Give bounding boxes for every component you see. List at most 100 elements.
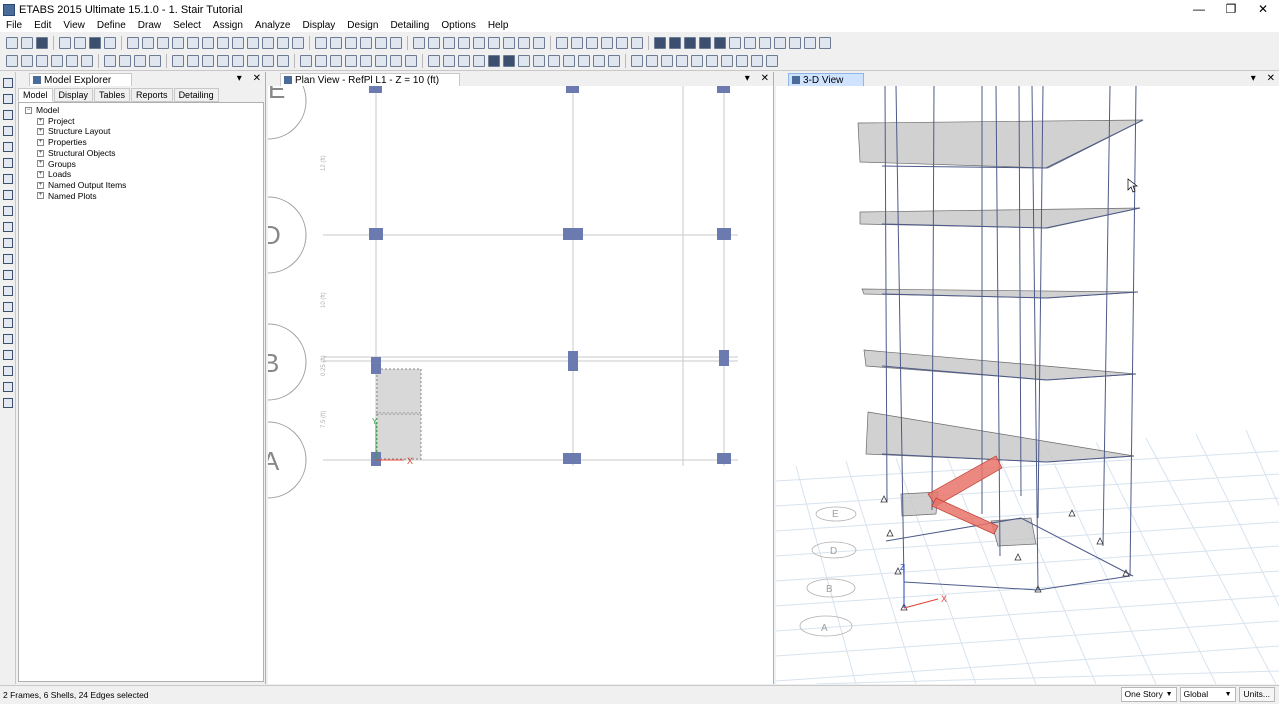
tab-detailing[interactable]: Detailing bbox=[173, 88, 219, 102]
function-icon[interactable] bbox=[691, 55, 703, 67]
elevation-view-icon[interactable] bbox=[262, 36, 274, 49]
shell-stiffness-icon[interactable] bbox=[721, 55, 733, 67]
assign-restraint-icon[interactable] bbox=[616, 36, 628, 49]
column[interactable] bbox=[563, 453, 581, 464]
column[interactable] bbox=[371, 357, 381, 374]
draw-dimension-icon[interactable] bbox=[3, 270, 13, 280]
slab-roof[interactable] bbox=[857, 119, 1144, 169]
tree-item-named-plots[interactable]: + Named Plots bbox=[25, 191, 263, 202]
collapse-icon[interactable]: − bbox=[25, 106, 32, 114]
tree-item-structural-objects[interactable]: + Structural Objects bbox=[25, 148, 263, 159]
column[interactable] bbox=[563, 228, 583, 240]
menu-display[interactable]: Display bbox=[297, 19, 342, 32]
plan-view-window[interactable]: Plan View - RefPl L1 - Z = 10 (ft) ▾ ✕ E bbox=[268, 72, 774, 684]
tree-item-structure-layout[interactable]: + Structure Layout bbox=[25, 126, 263, 137]
3d-view-pin-icon[interactable]: ▾ bbox=[1251, 73, 1256, 84]
zoom-extents-icon[interactable] bbox=[187, 36, 199, 49]
close-button[interactable]: ✕ bbox=[1247, 0, 1279, 19]
slab-level-2[interactable] bbox=[865, 411, 1135, 463]
divide-icon[interactable] bbox=[202, 55, 214, 67]
display-table-icon[interactable] bbox=[631, 36, 643, 49]
concrete-design-icon[interactable] bbox=[744, 36, 756, 49]
draw-grid-icon[interactable] bbox=[3, 286, 13, 296]
3d-view-tab[interactable]: 3-D View bbox=[788, 72, 865, 86]
quick-draw-beam-icon[interactable] bbox=[3, 142, 13, 152]
column[interactable] bbox=[566, 86, 579, 93]
composite-design-icon[interactable] bbox=[759, 36, 771, 49]
merge-icon[interactable] bbox=[187, 55, 199, 67]
stress-contour-icon[interactable] bbox=[684, 36, 696, 49]
point-load-icon[interactable] bbox=[563, 55, 575, 67]
previous-select-icon[interactable] bbox=[81, 55, 93, 67]
snap-perpendicular-icon[interactable] bbox=[360, 55, 372, 67]
tab-reports[interactable]: Reports bbox=[131, 88, 173, 102]
paste-icon[interactable] bbox=[134, 55, 146, 67]
menu-define[interactable]: Define bbox=[91, 19, 132, 32]
new-model-icon[interactable] bbox=[6, 36, 18, 49]
shell-section-icon[interactable] bbox=[571, 36, 583, 49]
stair-shell-upper[interactable] bbox=[376, 368, 422, 414]
3d-view-close-icon[interactable]: ✕ bbox=[1267, 73, 1275, 84]
show-loads-icon[interactable] bbox=[375, 36, 387, 49]
extrude-icon[interactable] bbox=[262, 55, 274, 67]
copy-icon[interactable] bbox=[119, 55, 131, 67]
menu-design[interactable]: Design bbox=[341, 19, 384, 32]
tree-item-groups[interactable]: + Groups bbox=[25, 159, 263, 170]
plan-view-canvas[interactable]: E D B A 12 (ft) 10 (ft) 0.25 (ft) 7.5 (f… bbox=[268, 86, 774, 684]
snap-point-icon[interactable] bbox=[300, 55, 312, 67]
move-down-icon[interactable] bbox=[330, 36, 342, 49]
pan-icon[interactable] bbox=[217, 36, 229, 49]
pier-label-icon[interactable] bbox=[458, 55, 470, 67]
snap-edge-icon[interactable] bbox=[375, 55, 387, 67]
modal-case-icon[interactable] bbox=[646, 55, 658, 67]
select-pointer-icon[interactable] bbox=[3, 78, 13, 88]
column[interactable] bbox=[369, 86, 382, 93]
draw-section-cut-icon[interactable] bbox=[3, 302, 13, 312]
expand-icon[interactable]: + bbox=[37, 149, 44, 157]
story-select[interactable]: One Story ▼ bbox=[1120, 687, 1177, 702]
column[interactable] bbox=[717, 453, 731, 464]
column[interactable] bbox=[717, 228, 731, 240]
auto-mesh-icon[interactable] bbox=[706, 55, 718, 67]
menu-help[interactable]: Help bbox=[482, 19, 515, 32]
coord-system-select[interactable]: Global ▼ bbox=[1179, 687, 1236, 702]
explorer-pin-icon[interactable]: ▾ bbox=[237, 73, 242, 84]
menu-select[interactable]: Select bbox=[167, 19, 207, 32]
detailing-icon[interactable] bbox=[804, 36, 816, 49]
menu-analyze[interactable]: Analyze bbox=[249, 19, 297, 32]
quick-draw-wall-icon[interactable] bbox=[3, 238, 13, 248]
tree-item-properties[interactable]: + Properties bbox=[25, 137, 263, 148]
zoom-out-icon[interactable] bbox=[172, 36, 184, 49]
load-combo-icon[interactable] bbox=[676, 55, 688, 67]
reaction-icon[interactable] bbox=[699, 36, 711, 49]
spring-icon[interactable] bbox=[548, 55, 560, 67]
load-case-icon[interactable] bbox=[661, 55, 673, 67]
tree-item-loads[interactable]: + Loads bbox=[25, 169, 263, 180]
draw-area-opening-icon[interactable] bbox=[3, 222, 13, 232]
draw-line-icon[interactable] bbox=[3, 126, 13, 136]
menu-draw[interactable]: Draw bbox=[132, 19, 167, 32]
mesh-icon[interactable] bbox=[277, 55, 289, 67]
menu-view[interactable]: View bbox=[57, 19, 91, 32]
restore-button[interactable]: ❐ bbox=[1215, 0, 1247, 19]
draw-tendon-icon[interactable] bbox=[533, 36, 545, 49]
reshape-icon[interactable] bbox=[3, 94, 13, 104]
temperature-load-icon[interactable] bbox=[608, 55, 620, 67]
expand-icon[interactable]: + bbox=[37, 160, 44, 168]
quick-draw-column-icon[interactable] bbox=[3, 158, 13, 168]
distributed-load-icon[interactable] bbox=[578, 55, 590, 67]
draw-link-icon[interactable] bbox=[518, 36, 530, 49]
menu-options[interactable]: Options bbox=[435, 19, 481, 32]
set-display-icon[interactable] bbox=[360, 36, 372, 49]
expand-icon[interactable]: + bbox=[37, 171, 44, 179]
slab-level-3[interactable] bbox=[863, 349, 1137, 381]
explorer-close-icon[interactable]: ✕ bbox=[253, 73, 261, 84]
cut-icon[interactable] bbox=[104, 55, 116, 67]
select-intersect-icon[interactable] bbox=[21, 55, 33, 67]
end-offset-icon[interactable] bbox=[503, 55, 515, 67]
insertion-point-icon[interactable] bbox=[518, 55, 530, 67]
story-response-icon[interactable] bbox=[714, 36, 726, 49]
redo-icon[interactable] bbox=[74, 36, 86, 49]
deformed-shape-icon[interactable] bbox=[654, 36, 666, 49]
frame-release-icon[interactable] bbox=[488, 55, 500, 67]
